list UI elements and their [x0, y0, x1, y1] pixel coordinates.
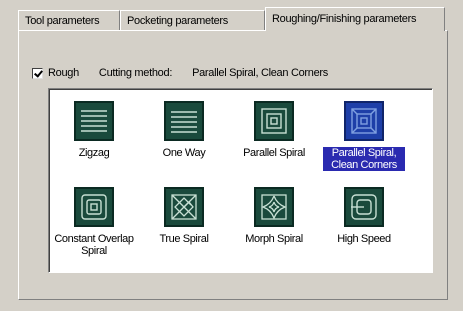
cutting-method-value: Parallel Spiral, Clean Corners: [192, 67, 328, 79]
method-parallel-spiral-clean-corners[interactable]: Parallel Spiral, Clean Corners: [319, 101, 409, 171]
method-zigzag[interactable]: Zigzag: [49, 101, 139, 159]
high-speed-icon: [344, 187, 384, 227]
method-one-way[interactable]: One Way: [139, 101, 229, 159]
morph-spiral-icon: [254, 187, 294, 227]
method-label: Constant Overlap Spiral: [54, 233, 134, 257]
tab-roughing-finishing-parameters[interactable]: Roughing/Finishing parameters: [265, 7, 445, 31]
rough-row: Rough Cutting method: Parallel Spiral, C…: [32, 66, 348, 80]
method-label: Parallel Spiral: [243, 147, 305, 159]
parallel-spiral-clean-corners-icon: [344, 101, 384, 141]
cutting-method-label: Cutting method:: [98, 67, 173, 79]
method-label: True Spiral: [159, 233, 209, 245]
tab-tool-parameters[interactable]: Tool parameters: [18, 10, 120, 30]
cutting-method-grid: Zigzag One Way Parallel Spiral Parallel …: [48, 88, 433, 273]
method-label: Zigzag: [78, 147, 110, 159]
method-label: One Way: [162, 147, 206, 159]
one-way-icon: [164, 101, 204, 141]
method-morph-spiral[interactable]: Morph Spiral: [229, 187, 319, 245]
method-constant-overlap-spiral[interactable]: Constant Overlap Spiral: [49, 187, 139, 257]
method-label: Parallel Spiral, Clean Corners: [323, 147, 405, 171]
tab-pocketing-parameters[interactable]: Pocketing parameters: [120, 10, 265, 30]
parallel-spiral-icon: [254, 101, 294, 141]
method-true-spiral[interactable]: True Spiral: [139, 187, 229, 245]
method-high-speed[interactable]: High Speed: [319, 187, 409, 245]
tab-strip: Tool parameters Pocketing parameters Rou…: [18, 7, 448, 31]
method-label: High Speed: [337, 233, 391, 245]
method-parallel-spiral[interactable]: Parallel Spiral: [229, 101, 319, 159]
rough-checkbox[interactable]: [32, 67, 43, 79]
constant-overlap-spiral-icon: [74, 187, 114, 227]
zigzag-icon: [74, 101, 114, 141]
true-spiral-icon: [164, 187, 204, 227]
rough-label[interactable]: Rough: [48, 67, 79, 79]
method-label: Morph Spiral: [245, 233, 303, 245]
